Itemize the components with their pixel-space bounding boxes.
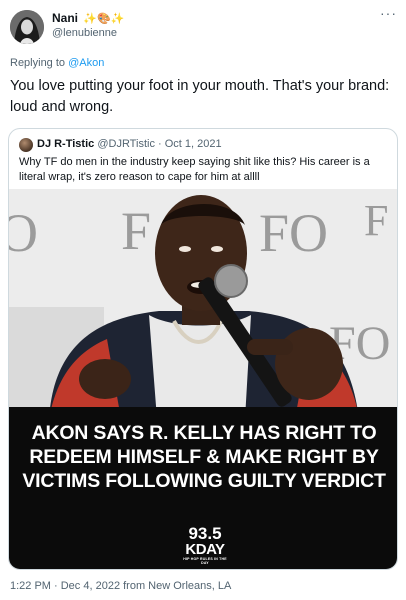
tweet-timestamp[interactable]: 1:22 PM · Dec 4, 2022 from New Orleans, … [10,580,231,592]
station-tagline: HIP HOP RULES IN THE DAY [183,557,227,565]
author-handle[interactable]: @lenubienne [52,27,117,39]
station-frequency: 93.5 [188,524,222,543]
quoted-avatar[interactable] [19,138,33,152]
author-display-name[interactable]: Nani [52,11,78,25]
author-badge-emoji: ✨🎨✨ [83,13,125,25]
headline-text: AKON SAYS R. KELLY HAS RIGHT TO REDEEM H… [22,422,386,492]
quoted-text: Why TF do men in the industry keep sayin… [19,156,370,183]
quoted-author-name[interactable]: DJ R-Tistic [37,138,94,150]
quoted-meta: @DJRTistic · Oct 1, 2021 [97,138,222,150]
replying-prefix: Replying to [10,57,69,69]
quoted-tweet-card[interactable]: DJ R-Tistic @DJRTistic · Oct 1, 2021 Why… [8,128,398,570]
avatar[interactable] [10,10,44,44]
tweet-text: You love putting your foot in your mouth… [10,78,390,115]
svg-text:O: O [9,203,38,263]
quoted-media[interactable]: O F FO F FO F [9,189,397,569]
more-icon[interactable]: ··· [380,6,396,20]
avatar-image [10,10,44,44]
reply-mention-link[interactable]: @Akon [68,57,104,69]
station-logo: 93.5 KDAY HIP HOP RULES IN THE DAY [181,525,229,565]
replying-to: Replying to @Akon [10,57,104,69]
photo-akon-microphone: O F FO F FO F [9,189,397,419]
headline-banner: AKON SAYS R. KELLY HAS RIGHT TO REDEEM H… [9,407,397,569]
quoted-header: DJ R-Tistic @DJRTistic · Oct 1, 2021 [37,138,222,150]
svg-text:FO: FO [259,203,328,263]
svg-text:F: F [364,196,388,245]
svg-text:F: F [121,201,151,261]
station-name: KDAY [185,541,225,558]
author-name-row[interactable]: Nani ✨🎨✨ [52,11,124,25]
